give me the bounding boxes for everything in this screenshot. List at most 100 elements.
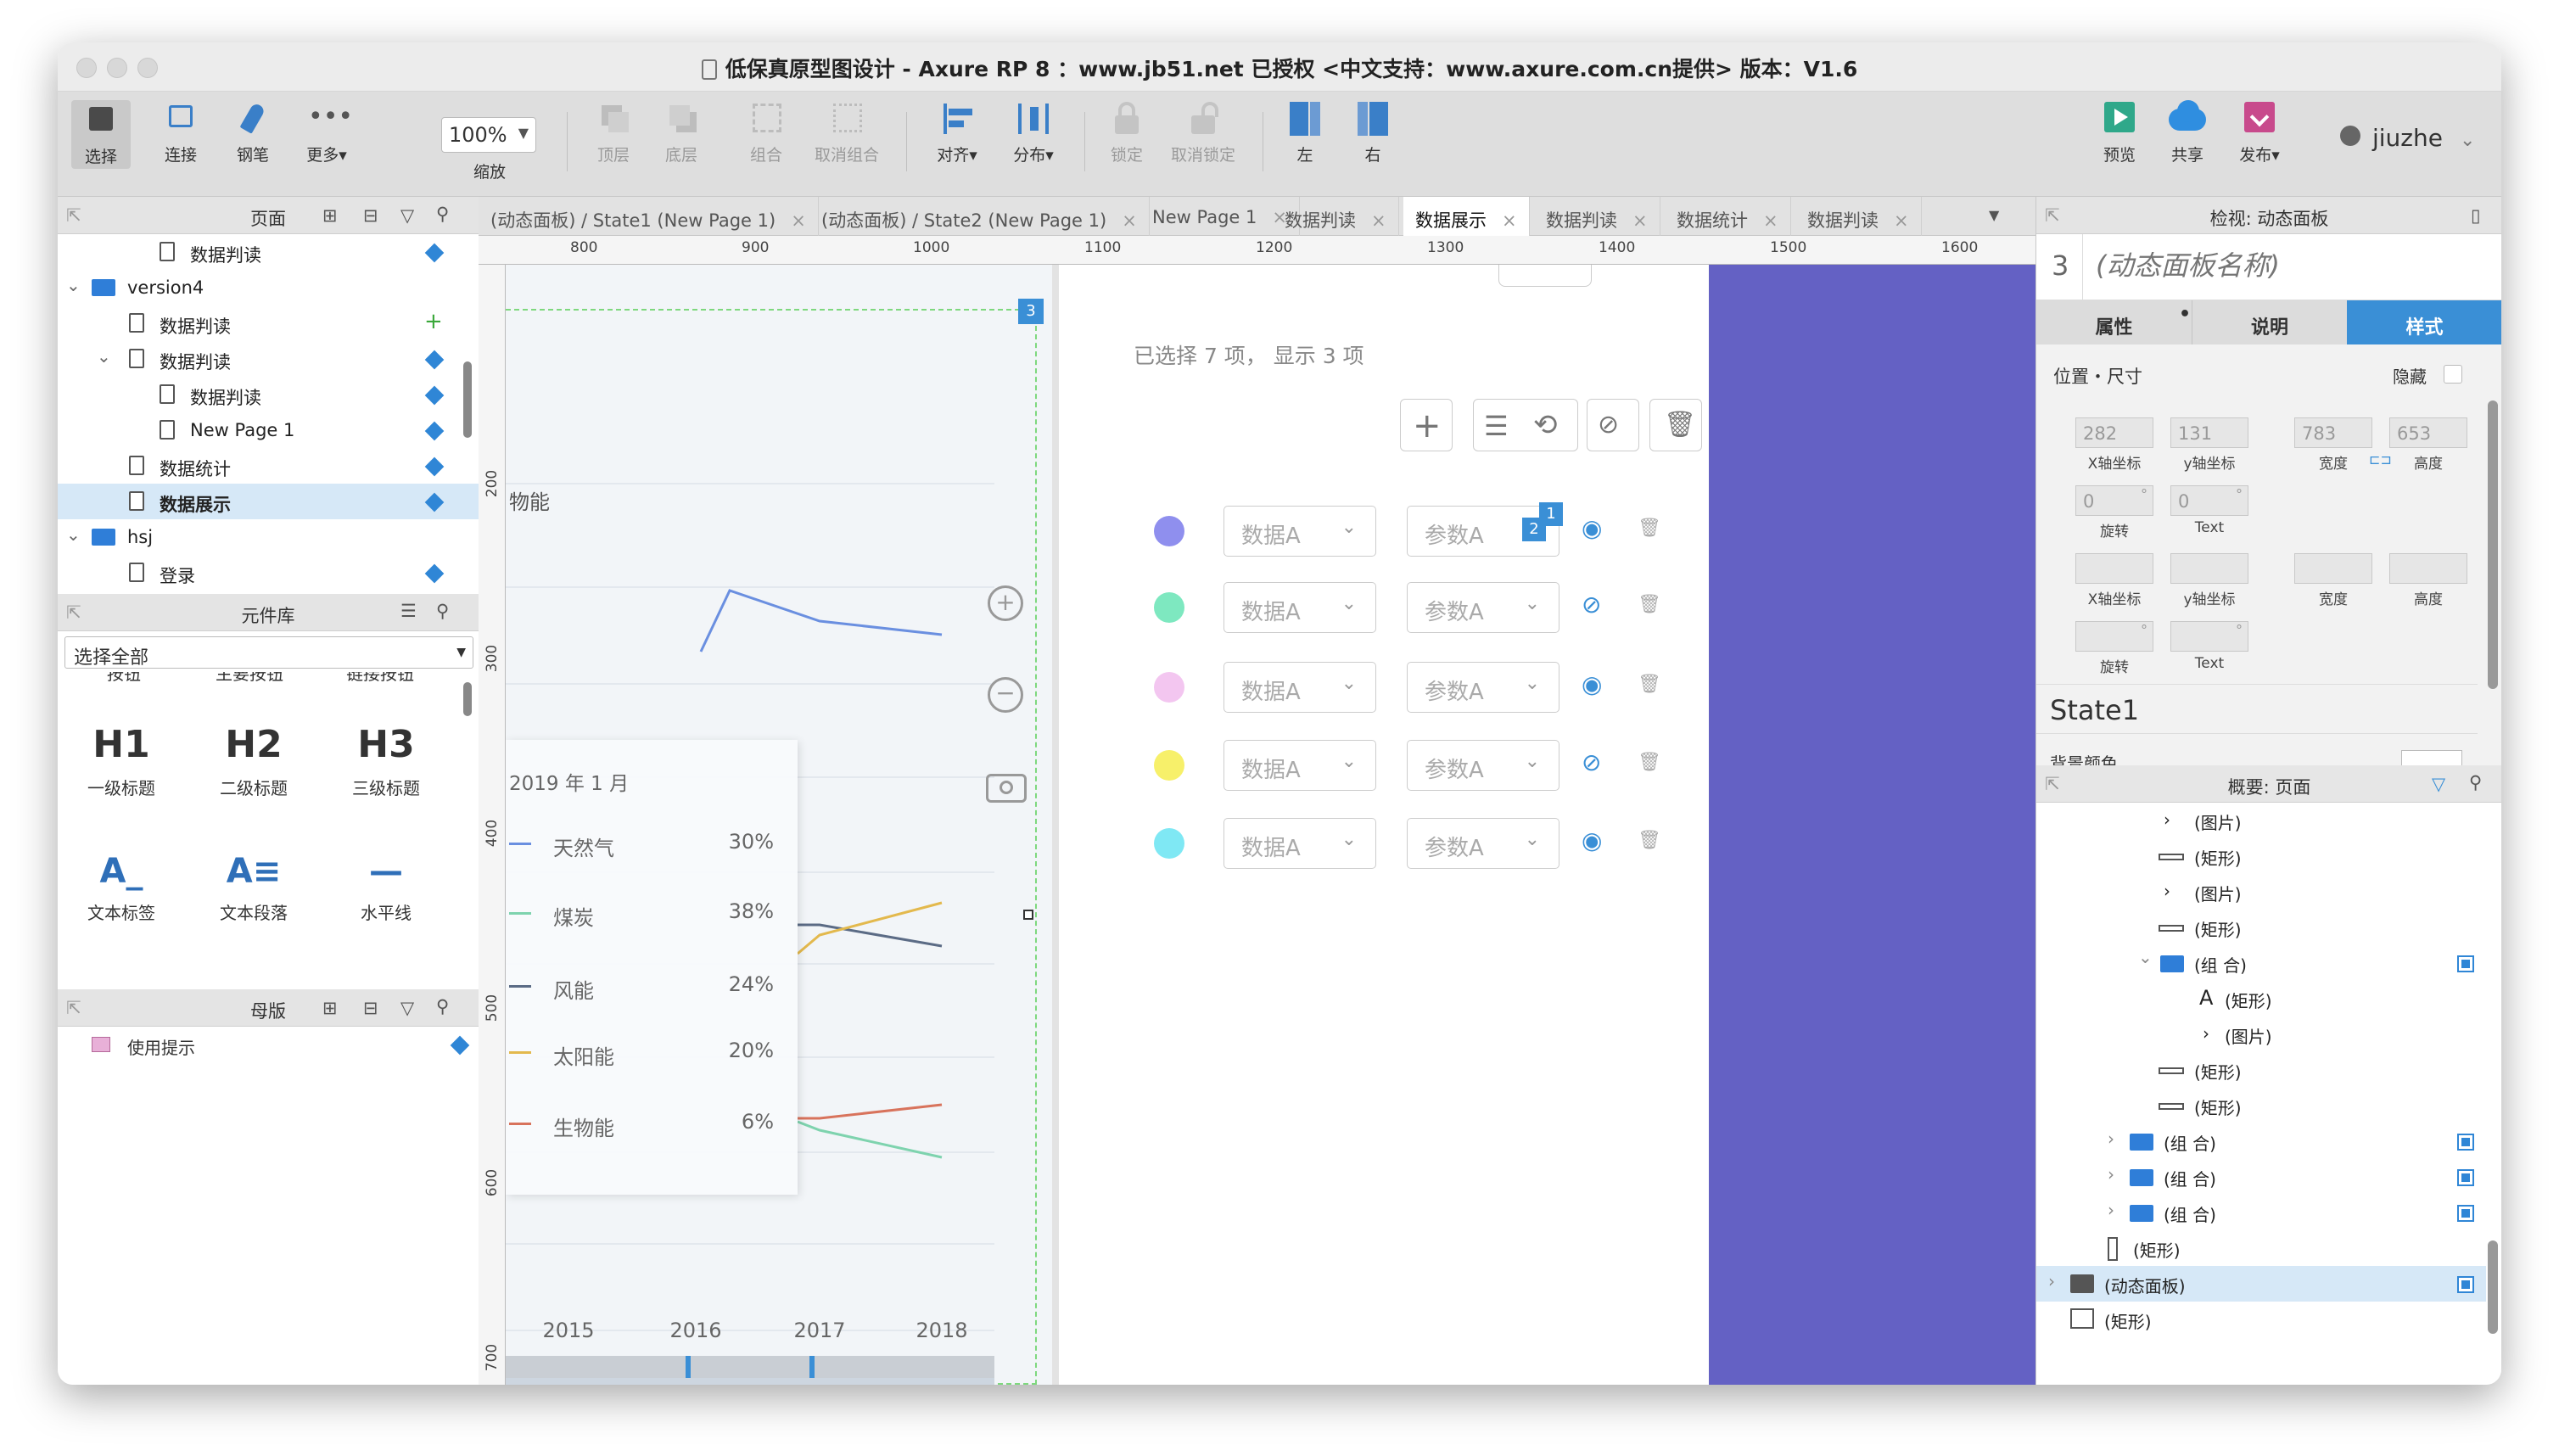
param-select[interactable]: 参数A ⌄	[1407, 662, 1559, 713]
tab-data-read[interactable]: 数据判读 ×	[1273, 197, 1399, 236]
slider-handle[interactable]	[686, 1356, 691, 1378]
search-icon[interactable]: ⚲	[2469, 772, 2482, 792]
page-item[interactable]: ⌄ 数据判读	[58, 341, 479, 377]
add-page-icon[interactable]: ⊞	[322, 205, 338, 226]
tabs-overflow-icon[interactable]: ▼	[1989, 207, 1999, 223]
notes-icon[interactable]: ▯	[2471, 205, 2481, 226]
group-button[interactable]: 组合	[736, 100, 796, 165]
y-field[interactable]: 131	[2170, 417, 2248, 448]
data-select[interactable]: 数据A ⌄	[1224, 582, 1376, 633]
folder-item[interactable]: ⌄ hsj	[58, 519, 479, 555]
text-rotation-field[interactable]: 0 °	[2170, 485, 2248, 516]
lock-button[interactable]: 锁定	[1097, 100, 1156, 165]
close-icon[interactable]: ×	[791, 210, 806, 231]
eye-icon[interactable]: ◉	[1582, 670, 1602, 698]
eye-icon[interactable]: ◉	[1582, 514, 1602, 542]
tab-state1[interactable]: (动态面板) / State1 (New Page 1) ×	[479, 197, 819, 236]
data-select[interactable]: 数据A ⌄	[1224, 662, 1376, 713]
rotation-field[interactable]: 0 °	[2075, 485, 2153, 516]
outline-item[interactable]: › (组 合)	[2036, 1159, 2486, 1195]
add-folder-icon[interactable]: ⊟	[363, 205, 378, 226]
more-tools-button[interactable]: ••• 更多▾	[297, 100, 356, 165]
page-item[interactable]: 数据统计	[58, 448, 479, 484]
param-select[interactable]: 参数A ⌄	[1407, 582, 1559, 633]
zoom-out-icon[interactable]: −	[988, 677, 1023, 713]
widget-h2[interactable]: H2 二级标题	[207, 723, 300, 799]
align-button[interactable]: 对齐▾	[923, 100, 991, 165]
outline-item[interactable]: (矩形)	[2036, 1052, 2486, 1088]
outline-item[interactable]: › (图片)	[2036, 1016, 2486, 1052]
rotation-field-2[interactable]: °	[2075, 621, 2153, 652]
outline-item[interactable]: A (矩形)	[2036, 981, 2486, 1016]
outline-item[interactable]: (矩形)	[2036, 838, 2486, 874]
widget-h1[interactable]: H1 一级标题	[75, 723, 168, 799]
search-icon[interactable]: ⚲	[436, 601, 449, 621]
resize-handle[interactable]	[1023, 910, 1033, 920]
pages-scrollbar[interactable]	[463, 361, 472, 438]
align-right-button[interactable]: 右	[1347, 100, 1398, 165]
data-select[interactable]: 数据A ⌄	[1224, 506, 1376, 557]
tab-properties[interactable]: 属性 •	[2036, 300, 2192, 344]
data-zoom-slider[interactable]	[506, 1378, 994, 1385]
refresh-icon[interactable]: ⟲	[1533, 408, 1558, 442]
library-scrollbar[interactable]	[463, 682, 472, 716]
filter-icon[interactable]: ▽	[400, 205, 414, 226]
page-item-selected[interactable]: 数据展示	[58, 484, 479, 519]
zoom-select[interactable]: 100% ▼	[441, 117, 536, 153]
eye-off-icon[interactable]: ⊘	[1582, 591, 1601, 619]
master-item[interactable]: 使用提示	[58, 1027, 479, 1062]
ungroup-button[interactable]: 取消组合	[804, 100, 889, 165]
list-refresh-button-group[interactable]: ☰ ⟲	[1473, 399, 1578, 451]
height-field[interactable]: 653	[2389, 417, 2467, 448]
page-item[interactable]: 数据判读	[58, 234, 479, 270]
preview-button[interactable]: 预览	[2094, 100, 2145, 165]
purple-panel[interactable]	[1709, 265, 2035, 1385]
widget-h3[interactable]: H3 三级标题	[339, 723, 433, 799]
trash-icon[interactable]: 🗑	[1638, 594, 1661, 615]
widget-text-label[interactable]: A_ 文本标签	[75, 852, 168, 924]
y-field-2[interactable]	[2170, 553, 2248, 584]
width-field[interactable]: 783	[2294, 417, 2372, 448]
outline-item[interactable]: › (图片)	[2036, 803, 2486, 838]
bring-to-front-button[interactable]: 顶层	[584, 100, 643, 165]
page-item[interactable]: 登录	[58, 555, 479, 591]
filter-icon[interactable]: ▽	[2432, 774, 2445, 794]
visibility-checkbox[interactable]	[2457, 1205, 2474, 1222]
x-field-2[interactable]	[2075, 553, 2153, 584]
unlock-button[interactable]: 取消锁定	[1161, 100, 1246, 165]
visibility-checkbox[interactable]	[2457, 1169, 2474, 1186]
filter-icon[interactable]: ▽	[400, 998, 414, 1018]
outline-item[interactable]: (矩形)	[2036, 910, 2486, 945]
param-select[interactable]: 参数A ⌄	[1407, 818, 1559, 869]
visibility-checkbox[interactable]	[2457, 1276, 2474, 1293]
library-select[interactable]: 选择全部 ▼	[64, 636, 473, 669]
data-zoom-track[interactable]	[506, 1356, 994, 1378]
checklist-icon[interactable]: ☰	[1484, 410, 1509, 442]
data-select[interactable]: 数据A ⌄	[1224, 818, 1376, 869]
distribute-button[interactable]: 分布▾	[1000, 100, 1067, 165]
page-item[interactable]: 数据判读 +	[58, 305, 479, 341]
outline-item[interactable]: › (图片)	[2036, 874, 2486, 910]
visibility-checkbox[interactable]	[2457, 955, 2474, 972]
menu-icon[interactable]: ☰	[400, 601, 417, 621]
outline-item[interactable]: (矩形)	[2036, 1302, 2486, 1337]
outline-item[interactable]: › (组 合)	[2036, 1123, 2486, 1159]
search-icon[interactable]: ⚲	[436, 204, 449, 224]
clipped-button[interactable]	[1498, 265, 1592, 287]
delete-button[interactable]: 🗑	[1649, 399, 1702, 451]
widget-paragraph[interactable]: A≡ 文本段落	[207, 852, 300, 924]
trash-icon[interactable]: 🗑	[1638, 752, 1661, 773]
hide-button[interactable]: ⊘	[1587, 399, 1639, 451]
text-rotation-field-2[interactable]: °	[2170, 621, 2248, 652]
close-icon[interactable]: ×	[1763, 210, 1778, 231]
tab-notes[interactable]: 说明	[2192, 300, 2347, 344]
tab-state2[interactable]: (动态面板) / State2 (New Page 1) ×	[809, 197, 1150, 236]
close-icon[interactable]: ×	[1371, 210, 1386, 231]
eye-off-icon[interactable]: ⊘	[1582, 748, 1601, 776]
outline-item[interactable]: (矩形)	[2036, 1088, 2486, 1123]
trash-icon[interactable]: 🗑	[1638, 518, 1661, 539]
link-size-icon[interactable]: ⊏⊐	[2369, 451, 2392, 468]
add-master-icon[interactable]: ⊞	[322, 998, 338, 1018]
outline-item[interactable]: ⌄ (组 合)	[2036, 945, 2486, 981]
width-field-2[interactable]	[2294, 553, 2372, 584]
